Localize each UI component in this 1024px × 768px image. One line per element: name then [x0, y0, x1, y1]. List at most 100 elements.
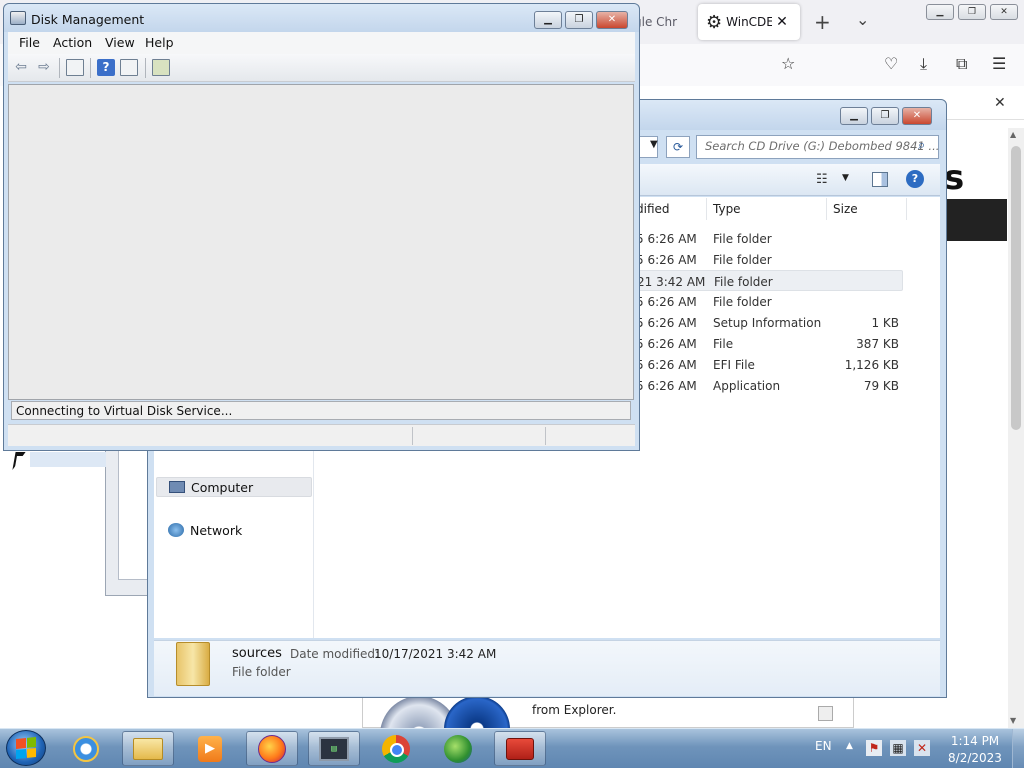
folder-icon: [176, 642, 210, 686]
file-row[interactable]: 5 6:26 AM File folder: [636, 228, 903, 249]
column-header-type[interactable]: Type: [713, 202, 741, 216]
extensions-icon[interactable]: ⧉: [956, 54, 967, 74]
firefox-icon: [258, 734, 286, 763]
chrome-icon: [382, 734, 410, 763]
chevron-down-icon[interactable]: ⌄: [856, 10, 869, 29]
details-type: File folder: [232, 665, 291, 679]
background-selection: [30, 452, 106, 467]
nav-item-network[interactable]: Network: [156, 520, 306, 540]
column-header-size[interactable]: Size: [833, 202, 858, 216]
taskbar-app-firefox[interactable]: [246, 731, 298, 766]
file-row[interactable]: 5 6:26 AM EFI File 1,126 KB: [636, 354, 903, 375]
explorer-window-controls: ▁ ❐ ✕: [840, 107, 932, 125]
windows-logo-icon: [16, 736, 36, 760]
close-button[interactable]: ✕: [990, 4, 1018, 20]
action-center-icon[interactable]: ⚑: [866, 740, 882, 756]
properties-icon[interactable]: [152, 59, 170, 76]
minimize-button[interactable]: ▁: [840, 107, 868, 125]
close-icon[interactable]: ✕: [994, 95, 1006, 111]
taskbar-app-download-manager[interactable]: [432, 731, 484, 766]
star-icon[interactable]: ☆: [781, 54, 795, 73]
internet-explorer-icon: [73, 735, 99, 762]
nav-item-computer[interactable]: Computer: [156, 477, 312, 497]
tab-title: WinCDEmu: [726, 15, 773, 29]
scrollbar-thumb[interactable]: [1011, 146, 1021, 430]
help-icon[interactable]: ?: [97, 59, 115, 76]
menu-view[interactable]: View: [105, 35, 135, 50]
file-row[interactable]: 5 6:26 AM Setup Information 1 KB: [636, 312, 903, 333]
views-icon[interactable]: ☷: [816, 172, 828, 187]
forward-icon[interactable]: ⇨: [35, 59, 53, 76]
checkbox[interactable]: [818, 706, 833, 721]
background-window-pane: [118, 440, 148, 580]
menu-icon[interactable]: ☰: [992, 54, 1006, 73]
clock[interactable]: 1:14 PM 8/2/2023: [946, 733, 1004, 767]
close-button[interactable]: ✕: [596, 11, 628, 29]
menu-action[interactable]: Action: [53, 35, 92, 50]
cell-date: 5 6:26 AM: [636, 358, 697, 372]
taskbar-app-internet-explorer[interactable]: [60, 731, 112, 766]
status-bar: [8, 424, 635, 446]
menu-help[interactable]: Help: [145, 35, 174, 50]
column-header-date[interactable]: dified: [636, 202, 670, 216]
computer-icon: [169, 481, 185, 493]
taskbar-app-computer-management[interactable]: ▤: [308, 731, 360, 766]
file-row[interactable]: 5 6:26 AM File folder: [636, 249, 903, 270]
cell-type: File folder: [714, 275, 773, 289]
plus-icon[interactable]: +: [814, 10, 831, 34]
preview-pane-icon[interactable]: [872, 172, 888, 187]
show-action-pane-icon[interactable]: [120, 59, 138, 76]
column-divider[interactable]: [706, 198, 707, 220]
cell-type: File: [713, 337, 734, 351]
taskbar-app-toolbox[interactable]: [494, 731, 546, 766]
browser-tab-wincdemu[interactable]: ⚙ WinCDEmu ✕: [698, 4, 800, 40]
file-row[interactable]: 5 6:26 AM File 387 KB: [636, 333, 903, 354]
file-row[interactable]: 5 6:26 AM Application 79 KB: [636, 375, 903, 396]
page-heading-fragment: s: [944, 158, 965, 198]
cell-size: 1 KB: [871, 316, 899, 330]
cell-date: 5 6:26 AM: [636, 337, 697, 351]
gear-icon: ⚙: [706, 11, 723, 33]
download-icon[interactable]: ⤓: [920, 54, 927, 74]
browser-window-controls: ▁ ❐ ✕: [926, 4, 1018, 20]
details-date-label: Date modified:: [290, 647, 380, 661]
show-desktop-button[interactable]: [1012, 729, 1024, 768]
close-tab-icon[interactable]: ✕: [776, 14, 788, 30]
cell-size: 79 KB: [863, 379, 899, 393]
file-row[interactable]: 5 6:26 AM File folder: [636, 291, 903, 312]
network-icon[interactable]: ▦: [890, 740, 906, 756]
maximize-button[interactable]: ❐: [871, 107, 899, 125]
file-row-selected[interactable]: 21 3:42 AM File folder: [636, 270, 903, 291]
media-player-icon: ▶: [198, 735, 222, 762]
search-icon[interactable]: ⌕: [918, 138, 925, 153]
taskbar-app-file-explorer[interactable]: [122, 731, 174, 766]
minimize-button[interactable]: ▁: [534, 11, 562, 29]
back-icon[interactable]: ⇦: [12, 59, 30, 76]
pocket-icon[interactable]: ♡: [884, 54, 898, 73]
close-button[interactable]: ✕: [902, 107, 932, 125]
help-icon[interactable]: ?: [906, 170, 924, 188]
chevron-down-icon[interactable]: ▼: [650, 139, 658, 150]
taskbar-app-chrome[interactable]: [370, 731, 422, 766]
scroll-up-icon[interactable]: ▲: [1010, 130, 1016, 139]
maximize-button[interactable]: ❐: [565, 11, 593, 29]
refresh-icon[interactable]: ⟳: [666, 136, 690, 158]
show-hidden-icons-icon[interactable]: ▲: [846, 741, 853, 751]
menu-bar: [8, 32, 635, 54]
minimize-button[interactable]: ▁: [926, 4, 954, 20]
volume-muted-icon[interactable]: ✕: [914, 740, 930, 756]
cell-date: 5 6:26 AM: [636, 316, 697, 330]
menu-file[interactable]: File: [19, 35, 40, 50]
column-divider[interactable]: [826, 198, 827, 220]
window-title: Disk Management: [31, 12, 145, 27]
maximize-button[interactable]: ❐: [958, 4, 986, 20]
column-divider[interactable]: [906, 198, 907, 220]
cell-date: 5 6:26 AM: [636, 379, 697, 393]
scroll-down-icon[interactable]: ▼: [1010, 716, 1016, 725]
chevron-down-icon[interactable]: ▼: [842, 173, 849, 183]
show-hide-console-tree-icon[interactable]: [66, 59, 84, 76]
computer-management-icon: ▤: [319, 736, 349, 761]
language-indicator[interactable]: EN: [815, 739, 832, 753]
taskbar-app-media-player[interactable]: ▶: [184, 731, 236, 766]
file-explorer-icon: [133, 737, 163, 760]
